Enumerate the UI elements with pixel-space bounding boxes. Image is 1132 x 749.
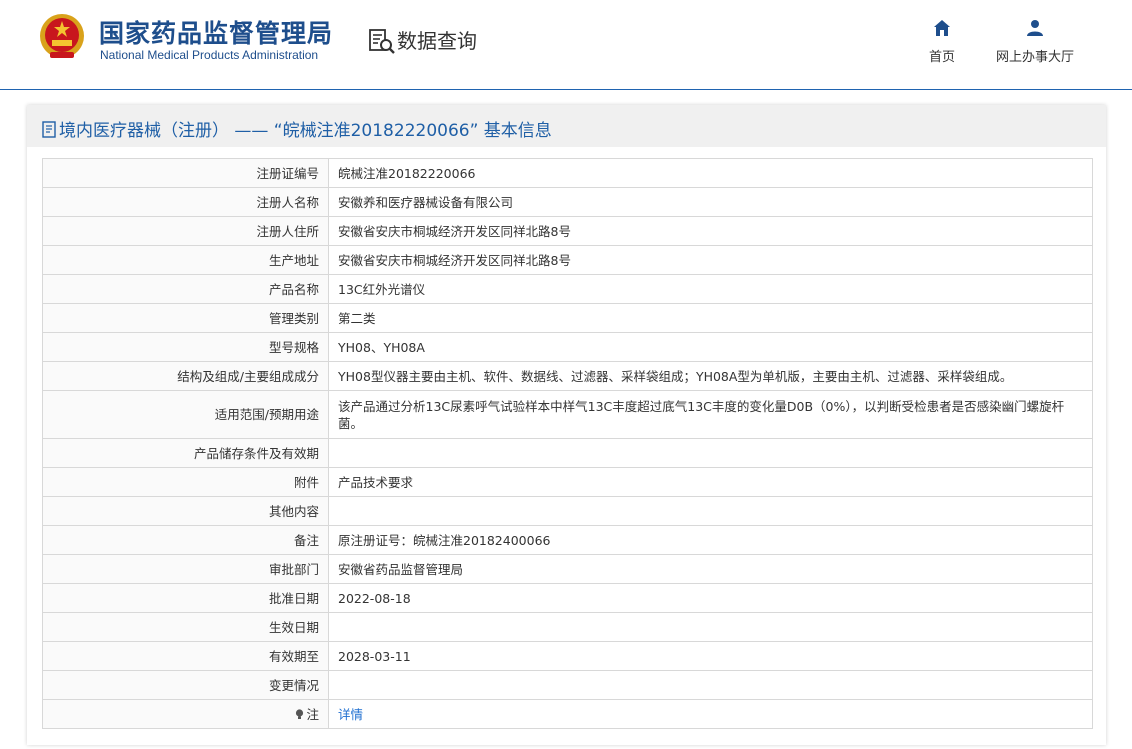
table-row: 生产地址 安徽省安庆市桐城经济开发区同祥北路8号	[42, 245, 1093, 275]
nav-home-label: 首页	[928, 50, 955, 65]
table-row: 型号规格 YH08、YH08A	[42, 332, 1093, 362]
data-query-title: 数据查询	[397, 29, 477, 53]
row-label: 注册人住所	[42, 216, 329, 246]
row-value: 2022-08-18	[328, 583, 1093, 613]
detail-panel: 境内医疗器械（注册） —— “皖械注准20182220066” 基本信息 注册证…	[27, 105, 1106, 745]
row-value	[328, 438, 1093, 468]
row-value	[328, 670, 1093, 700]
row-value: 安徽省药品监督管理局	[328, 554, 1093, 584]
row-label: 型号规格	[42, 332, 329, 362]
row-label: 注册人名称	[42, 187, 329, 217]
row-label: 适用范围/预期用途	[42, 390, 329, 439]
row-label: 产品名称	[42, 274, 329, 304]
document-icon	[42, 121, 56, 138]
nav-online-service-hall[interactable]: 网上办事大厅	[990, 18, 1080, 65]
note-row: 注 详情	[42, 699, 1093, 729]
row-value: 安徽省安庆市桐城经济开发区同祥北路8号	[328, 245, 1093, 275]
table-row: 批准日期 2022-08-18	[42, 583, 1093, 613]
site-title: 国家药品监督管理局	[99, 19, 334, 48]
data-query-icon	[369, 29, 395, 54]
note-label: 注	[306, 706, 319, 722]
nav-home[interactable]: 首页	[924, 18, 960, 65]
details-link[interactable]: 详情	[338, 707, 363, 722]
nav-hall-label: 网上办事大厅	[995, 50, 1074, 65]
row-label: 产品储存条件及有效期	[42, 438, 329, 468]
table-row: 结构及组成/主要组成成分 YH08型仪器主要由主机、软件、数据线、过滤器、采样袋组…	[42, 361, 1093, 391]
row-label: 结构及组成/主要组成成分	[42, 361, 329, 391]
table-row: 其他内容	[42, 496, 1093, 526]
row-value: 安徽省安庆市桐城经济开发区同祥北路8号	[328, 216, 1093, 246]
table-row: 附件 产品技术要求	[42, 467, 1093, 497]
row-value: YH08型仪器主要由主机、软件、数据线、过滤器、采样袋组成；YH08A型为单机版…	[328, 361, 1093, 391]
home-icon	[934, 20, 950, 36]
row-value: 13C红外光谱仪	[328, 274, 1093, 304]
row-label: 其他内容	[42, 496, 329, 526]
row-label: 变更情况	[42, 670, 329, 700]
table-row: 注册证编号 皖械注准20182220066	[42, 158, 1093, 188]
table-row: 生效日期	[42, 612, 1093, 642]
header-divider	[0, 89, 1132, 90]
site-subtitle: National Medical Products Administration	[100, 48, 319, 62]
row-value: 第二类	[328, 303, 1093, 333]
note-value-cell: 详情	[328, 699, 1093, 729]
table-row: 注册人住所 安徽省安庆市桐城经济开发区同祥北路8号	[42, 216, 1093, 246]
row-value	[328, 612, 1093, 642]
panel-title-text: 境内医疗器械（注册） —— “皖械注准20182220066” 基本信息	[59, 121, 552, 141]
table-row: 审批部门 安徽省药品监督管理局	[42, 554, 1093, 584]
table-row: 有效期至 2028-03-11	[42, 641, 1093, 671]
table-row: 注册人名称 安徽养和医疗器械设备有限公司	[42, 187, 1093, 217]
row-value: YH08、YH08A	[328, 332, 1093, 362]
row-label: 管理类别	[42, 303, 329, 333]
row-value: 安徽养和医疗器械设备有限公司	[328, 187, 1093, 217]
row-label: 批准日期	[42, 583, 329, 613]
table-row: 适用范围/预期用途 该产品通过分析13C尿素呼气试验样本中样气13C丰度超过底气1…	[42, 390, 1093, 439]
row-value	[328, 496, 1093, 526]
note-label-cell: 注	[42, 699, 329, 729]
user-icon	[1027, 20, 1043, 36]
row-value: 皖械注准20182220066	[328, 158, 1093, 188]
panel-header: 境内医疗器械（注册） —— “皖械注准20182220066” 基本信息	[27, 105, 1106, 147]
panel-title: 境内医疗器械（注册） —— “皖械注准20182220066” 基本信息	[42, 116, 552, 141]
row-value: 该产品通过分析13C尿素呼气试验样本中样气13C丰度超过底气13C丰度的变化量D…	[328, 390, 1093, 439]
row-label: 有效期至	[42, 641, 329, 671]
national-emblem-icon	[40, 14, 84, 58]
table-row: 产品名称 13C红外光谱仪	[42, 274, 1093, 304]
info-table: 注册证编号 皖械注准20182220066 注册人名称 安徽养和医疗器械设备有限公司…	[42, 158, 1093, 729]
row-label: 备注	[42, 525, 329, 555]
lightbulb-icon	[296, 708, 304, 719]
table-row: 备注 原注册证号：皖械注准20182400066	[42, 525, 1093, 555]
table-row: 管理类别 第二类	[42, 303, 1093, 333]
table-row: 变更情况	[42, 670, 1093, 700]
site-header: 国家药品监督管理局 National Medical Products Admi…	[0, 0, 1132, 90]
row-label: 生产地址	[42, 245, 329, 275]
row-label: 附件	[42, 467, 329, 497]
row-value: 产品技术要求	[328, 467, 1093, 497]
table-row: 产品储存条件及有效期	[42, 438, 1093, 468]
row-value: 原注册证号：皖械注准20182400066	[328, 525, 1093, 555]
row-label: 审批部门	[42, 554, 329, 584]
row-value: 2028-03-11	[328, 641, 1093, 671]
row-label: 注册证编号	[42, 158, 329, 188]
row-label: 生效日期	[42, 612, 329, 642]
